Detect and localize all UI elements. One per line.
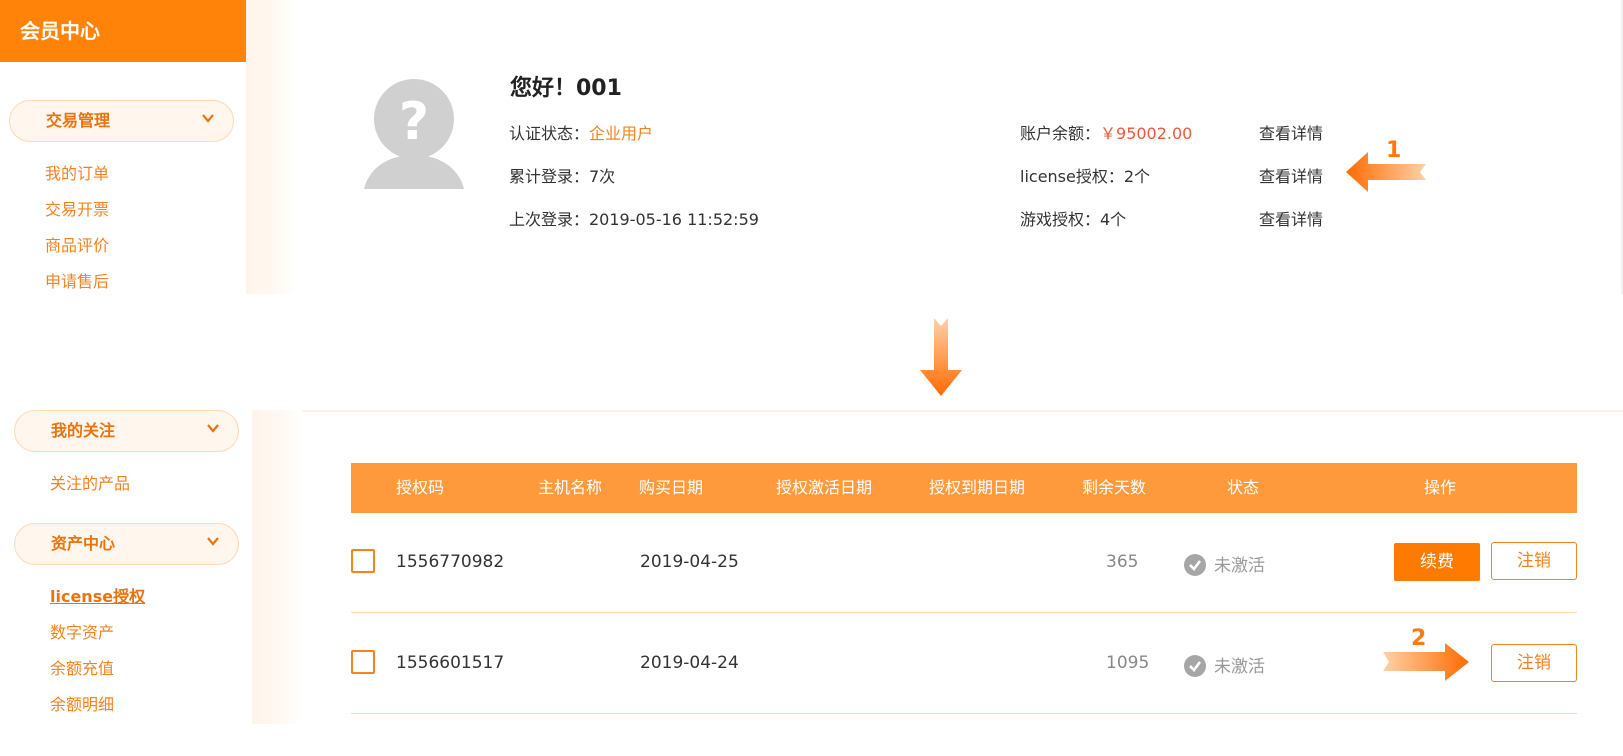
col-host-name: 主机名称 xyxy=(538,478,603,497)
auth-status-label: 认证状态： xyxy=(509,124,590,143)
col-status: 状态 xyxy=(1227,478,1260,497)
menu-group-follow[interactable]: 我的关注 xyxy=(14,410,239,452)
menu-item-digital-assets[interactable]: 数字资产 xyxy=(50,619,114,643)
menu-group-assets-label: 资产中心 xyxy=(51,534,116,553)
profile-panel xyxy=(296,0,1623,294)
license-auth: license授权：2个 xyxy=(1020,167,1151,186)
col-actions: 操作 xyxy=(1424,478,1457,497)
menu-item-recharge[interactable]: 余额充值 xyxy=(50,655,114,679)
col-expire-date: 授权到期日期 xyxy=(929,478,1026,497)
renew-button[interactable]: 续费 xyxy=(1394,543,1480,581)
row-auth-code: 1556601517 xyxy=(396,653,505,673)
sidebar-divider xyxy=(246,0,296,294)
row-status: 未激活 xyxy=(1184,652,1265,677)
menu-item-my-orders[interactable]: 我的订单 xyxy=(45,160,109,184)
menu-item-followed-products[interactable]: 关注的产品 xyxy=(50,470,130,494)
check-circle-icon xyxy=(1184,655,1206,677)
login-count: 累计登录：7次 xyxy=(509,167,616,186)
col-buy-date: 购买日期 xyxy=(639,478,704,497)
license-table-header: 授权码 主机名称 购买日期 授权激活日期 授权到期日期 剩余天数 状态 操作 xyxy=(351,463,1577,513)
row-status-text: 未激活 xyxy=(1214,657,1265,677)
auth-status: 认证状态：企业用户 xyxy=(509,120,653,144)
col-activate-date: 授权激活日期 xyxy=(776,478,873,497)
row-buy-date: 2019-04-24 xyxy=(640,653,739,673)
menu-item-after-sales[interactable]: 申请售后 xyxy=(45,268,109,292)
row-days-left: 365 xyxy=(1106,552,1139,572)
greeting: 您好！001 xyxy=(510,76,622,101)
row-checkbox[interactable] xyxy=(351,549,375,573)
license-panel xyxy=(302,410,1623,756)
cancel-button[interactable]: 注销 xyxy=(1491,644,1577,682)
menu-group-trade-label: 交易管理 xyxy=(46,111,111,130)
account-balance: 账户余额：￥95002.00 xyxy=(1020,120,1192,144)
row-buy-date: 2019-04-25 xyxy=(640,552,739,572)
menu-group-assets[interactable]: 资产中心 xyxy=(14,523,239,565)
license-detail-link[interactable]: 查看详情 xyxy=(1259,163,1323,187)
menu-group-trade[interactable]: 交易管理 xyxy=(9,100,234,142)
row-status-text: 未激活 xyxy=(1214,556,1265,576)
balance-label: 账户余额： xyxy=(1020,124,1101,143)
menu-group-follow-label: 我的关注 xyxy=(51,421,116,440)
callout-number-1: 1 xyxy=(1386,138,1402,163)
sidebar-divider xyxy=(252,410,302,724)
top-sidebar: 会员中心 交易管理 我的订单 交易开票 商品评价 申请售后 xyxy=(0,0,246,294)
svg-text:?: ? xyxy=(399,92,429,152)
cancel-button[interactable]: 注销 xyxy=(1491,542,1577,580)
check-circle-icon xyxy=(1184,554,1206,576)
menu-item-license-auth[interactable]: license授权 xyxy=(50,583,145,607)
bottom-sidebar: 我的关注 关注的产品 资产中心 license授权 数字资产 余额充值 余额明细 xyxy=(0,410,252,756)
auth-status-value: 企业用户 xyxy=(589,124,654,143)
chevron-down-icon xyxy=(202,114,214,123)
game-auth: 游戏授权：4个 xyxy=(1020,210,1127,229)
balance-value: ￥95002.00 xyxy=(1100,124,1193,143)
row-days-left: 1095 xyxy=(1106,653,1150,673)
row-checkbox[interactable] xyxy=(351,650,375,674)
menu-item-balance-detail[interactable]: 余额明细 xyxy=(50,691,114,715)
avatar-placeholder-icon: ? xyxy=(364,79,464,189)
arrow-down-icon xyxy=(920,318,962,396)
col-auth-code: 授权码 xyxy=(396,478,445,497)
col-days-left: 剩余天数 xyxy=(1082,478,1147,497)
menu-item-invoice[interactable]: 交易开票 xyxy=(45,196,109,220)
balance-detail-link[interactable]: 查看详情 xyxy=(1259,120,1323,144)
row-auth-code: 1556770982 xyxy=(396,552,505,572)
callout-number-2: 2 xyxy=(1411,626,1427,651)
menu-item-review[interactable]: 商品评价 xyxy=(45,232,109,256)
row-status: 未激活 xyxy=(1184,551,1265,576)
last-login: 上次登录：2019-05-16 11:52:59 xyxy=(509,210,759,229)
chevron-down-icon xyxy=(207,424,219,433)
game-detail-link[interactable]: 查看详情 xyxy=(1259,206,1323,230)
member-center-title: 会员中心 xyxy=(0,0,246,62)
chevron-down-icon xyxy=(207,537,219,546)
row-divider xyxy=(351,713,1577,714)
row-divider xyxy=(351,612,1577,613)
